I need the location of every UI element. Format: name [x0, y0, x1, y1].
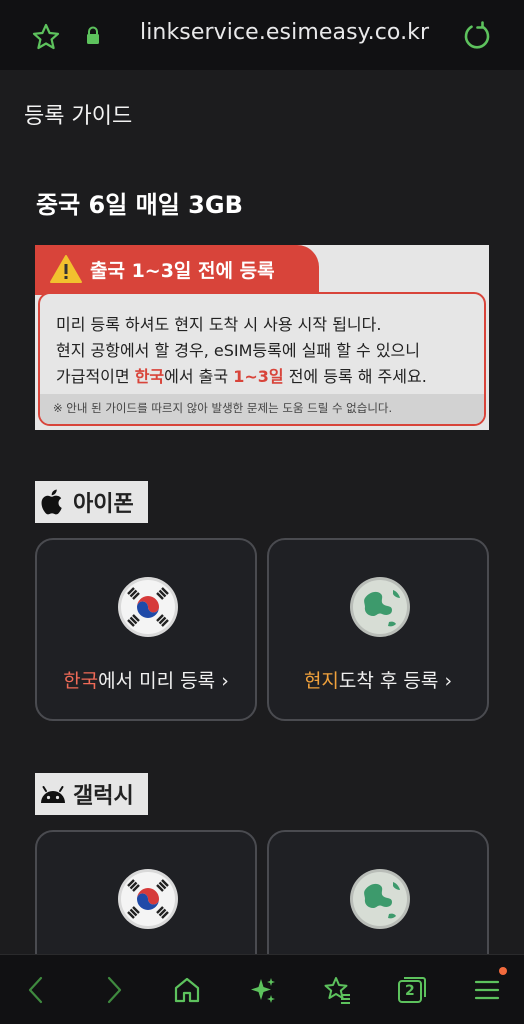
notice-footer: ※ 안내 된 가이드를 따르지 않아 발생한 문제는 도움 드릴 수 없습니다. [40, 394, 484, 424]
android-icon [41, 786, 65, 803]
notification-dot [499, 967, 507, 975]
section-label-galaxy: 갤럭시 [35, 773, 148, 815]
notice-box: 미리 등록 하셔도 현지 도착 시 사용 시작 됩니다. 현지 공항에서 할 경… [38, 292, 486, 426]
tabs-button[interactable]: 2 [396, 975, 428, 1005]
browser-top-bar: linkservice.esimeasy.co.kr [0, 0, 524, 70]
page-title: 등록 가이드 [24, 104, 133, 129]
iphone-register-in-korea-card[interactable]: 한국에서 미리 등록 › [35, 538, 257, 721]
bookmarks-icon[interactable] [322, 975, 352, 1005]
browser-bottom-nav: 2 [0, 954, 524, 1024]
section-title-iphone: 아이폰 [73, 492, 134, 517]
globe-icon [350, 869, 410, 929]
page-content: 등록 가이드 중국 6일 매일 3GB 출국 1~3일 전에 등록 미리 등록 … [0, 70, 524, 954]
chevron-right-icon: › [221, 670, 229, 692]
card-label-arrival: 현지도착 후 등록 › [269, 666, 487, 693]
card-label-rest: 도착 후 등록 [338, 670, 439, 692]
menu-icon [474, 980, 500, 1000]
address-bar-url[interactable]: linkservice.esimeasy.co.kr [140, 20, 429, 45]
notice-line-2: 현지 공항에서 할 경우, eSIM등록에 실패 할 수 있으니 [56, 341, 420, 360]
globe-icon [350, 577, 410, 637]
notice-line-1: 미리 등록 하셔도 현지 도착 시 사용 시작 됩니다. [56, 315, 382, 334]
iphone-register-on-arrival-card[interactable]: 현지도착 후 등록 › [267, 538, 489, 721]
card-label-accent: 한국 [63, 670, 99, 692]
notice-line-3-a: 가급적이면 [56, 367, 135, 386]
apple-icon [41, 489, 62, 515]
card-label-rest: 에서 미리 등록 [98, 670, 216, 692]
plan-title: 중국 6일 매일 3GB [36, 191, 243, 219]
forward-icon[interactable] [98, 975, 128, 1005]
notice-line-3: 가급적이면 한국에서 출국 1~3일 전에 등록 해 주세요. [56, 363, 427, 387]
card-label-korea: 한국에서 미리 등록 › [37, 666, 255, 693]
notice-line-3-c: 전에 등록 해 주세요. [283, 367, 427, 386]
card-label-accent: 현지 [303, 670, 339, 692]
notice-tab: 출국 1~3일 전에 등록 [35, 245, 319, 295]
registration-notice: 출국 1~3일 전에 등록 미리 등록 하셔도 현지 도착 시 사용 시작 됩니… [35, 245, 489, 430]
section-label-iphone: 아이폰 [35, 481, 148, 523]
chevron-right-icon: › [444, 670, 453, 692]
korea-flag-icon [118, 577, 178, 637]
section-title-galaxy: 갤럭시 [73, 784, 134, 809]
bookmark-star-icon[interactable] [31, 22, 61, 52]
tab-count: 2 [405, 983, 415, 999]
ai-sparkle-icon[interactable] [248, 975, 278, 1005]
notice-highlight-korea: 한국 [134, 367, 165, 386]
menu-button[interactable] [472, 967, 507, 1005]
reload-icon[interactable] [462, 21, 492, 51]
korea-flag-icon [118, 869, 178, 929]
warning-icon [50, 255, 82, 283]
notice-highlight-days: 1~3일 [233, 367, 284, 386]
notice-disclaimer: ※ 안내 된 가이드를 따르지 않아 발생한 문제는 도움 드릴 수 없습니다. [53, 401, 393, 415]
galaxy-register-on-arrival-card[interactable] [267, 830, 489, 954]
notice-tab-text: 출국 1~3일 전에 등록 [90, 260, 275, 282]
lock-icon [87, 26, 99, 44]
back-icon[interactable] [22, 975, 52, 1005]
notice-line-3-b: 에서 출국 [164, 367, 234, 386]
home-icon[interactable] [172, 975, 202, 1005]
galaxy-register-in-korea-card[interactable] [35, 830, 257, 954]
